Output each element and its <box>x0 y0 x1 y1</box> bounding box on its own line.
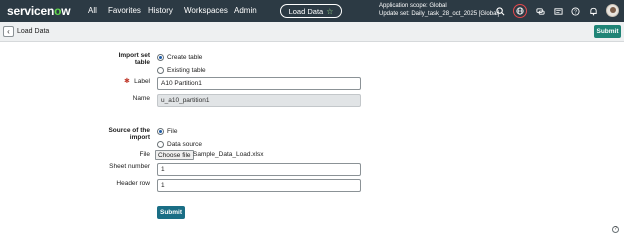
menu-favorites[interactable]: Favorites <box>108 6 141 15</box>
top-navigation: servicenow All Favorites History Workspa… <box>0 0 624 22</box>
required-indicator: ✱ <box>124 78 130 85</box>
selected-file-name: Sample_Data_Load.xlsx <box>193 151 264 158</box>
back-button[interactable]: ‹ <box>3 26 14 37</box>
existing-table-label[interactable]: Existing table <box>167 67 206 74</box>
menu-workspaces[interactable]: Workspaces <box>184 6 228 15</box>
menu-admin[interactable]: Admin <box>234 6 257 15</box>
sheet-number-input[interactable]: 1 <box>157 163 361 176</box>
bell-icon[interactable] <box>587 5 599 17</box>
file-field-label: File <box>139 151 150 158</box>
source-file-radio[interactable] <box>157 128 164 135</box>
svg-text:?: ? <box>574 9 577 15</box>
page-title: Load Data <box>17 28 50 35</box>
source-of-import-label: Source of the import <box>108 127 150 141</box>
import-set-table-label: Import set table <box>118 52 150 66</box>
header-row-input[interactable]: 1 <box>157 179 361 192</box>
context-pill[interactable]: Load Data ☆ <box>280 4 342 18</box>
header-submit-button[interactable]: Submit <box>594 25 621 38</box>
news-icon[interactable] <box>552 5 564 17</box>
menu-history[interactable]: History <box>148 6 173 15</box>
existing-table-radio[interactable] <box>157 67 164 74</box>
menu-all[interactable]: All <box>88 6 97 15</box>
name-field-label: Name <box>132 95 150 102</box>
submit-button[interactable]: Submit <box>157 206 185 219</box>
user-avatar[interactable] <box>606 4 619 17</box>
context-pill-label: Load Data <box>288 6 324 16</box>
create-table-label[interactable]: Create table <box>167 54 202 61</box>
label-input[interactable]: A10 Partition1 <box>157 77 361 90</box>
servicenow-logo[interactable]: servicenow <box>7 4 71 18</box>
chat-icon[interactable] <box>534 5 546 17</box>
choose-file-button[interactable]: Choose file <box>155 150 194 160</box>
star-icon[interactable]: ☆ <box>326 7 333 16</box>
sheet-number-label: Sheet number <box>109 163 150 170</box>
scope-line: Application scope: Global <box>379 3 447 9</box>
source-datasource-label[interactable]: Data source <box>167 141 202 148</box>
update-set-line: Update set: Daily_task_28_oct_2025 [Glob… <box>379 10 500 17</box>
create-table-radio[interactable] <box>157 54 164 61</box>
help-icon[interactable]: ? <box>612 226 619 233</box>
globe-icon[interactable] <box>513 4 527 18</box>
source-file-label[interactable]: File <box>167 128 177 135</box>
name-input: u_a10_partition1 <box>157 94 361 107</box>
header-row-label: Header row <box>116 180 150 187</box>
search-icon[interactable] <box>494 5 506 17</box>
source-datasource-radio[interactable] <box>157 141 164 148</box>
form-header: ‹ Load Data <box>0 22 624 42</box>
label-field-label: Label <box>134 78 150 85</box>
help-icon[interactable]: ? <box>569 5 581 17</box>
application-scope[interactable]: Application scope: Global Update set: Da… <box>379 3 499 18</box>
